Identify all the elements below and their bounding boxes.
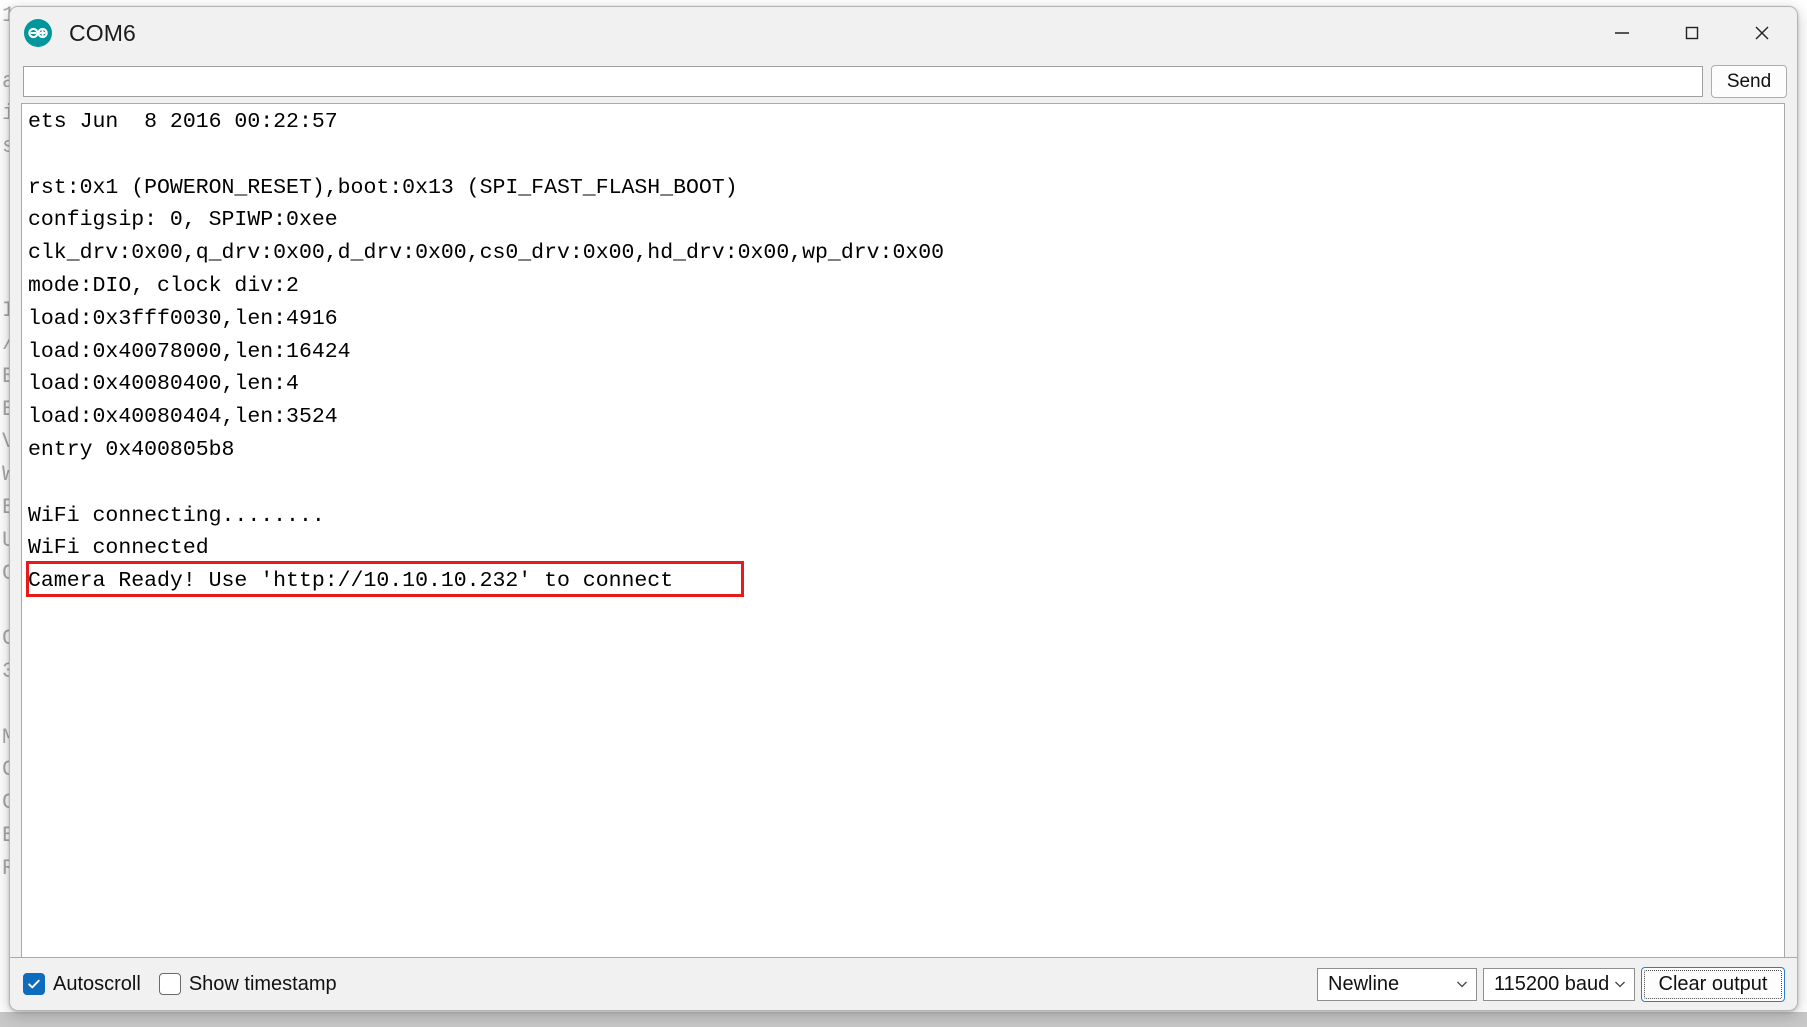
command-input[interactable] [23, 65, 1703, 97]
console-line: rst:0x1 (POWERON_RESET),boot:0x13 (SPI_F… [28, 175, 738, 200]
chevron-down-icon [1612, 976, 1628, 992]
titlebar: COM6 [10, 7, 1797, 59]
console-line: load:0x40080404,len:3524 [28, 405, 338, 430]
line-ending-dropdown[interactable]: Newline [1317, 967, 1477, 1001]
close-button[interactable] [1727, 7, 1797, 59]
chevron-down-icon [1454, 976, 1470, 992]
autoscroll-checkbox[interactable]: Autoscroll [23, 973, 141, 996]
console-line: load:0x3fff0030,len:4916 [28, 306, 338, 331]
console-line: load:0x40078000,len:16424 [28, 339, 351, 364]
console-output-panel[interactable]: ets Jun 8 2016 00:22:57 rst:0x1 (POWERON… [21, 103, 1785, 957]
console-line: entry 0x400805b8 [28, 437, 235, 462]
maximize-button[interactable] [1657, 7, 1727, 59]
statusbar: Autoscroll Show timestamp Newline 115200… [10, 957, 1797, 1010]
send-row: Send [10, 59, 1797, 103]
console-line: ets Jun 8 2016 00:22:57 [28, 110, 338, 134]
minimize-button[interactable] [1587, 7, 1657, 59]
minimize-icon [1615, 32, 1629, 34]
highlight-box [26, 561, 744, 598]
close-icon [1755, 26, 1769, 40]
baud-rate-value: 115200 baud [1494, 972, 1608, 995]
backdrop-bottom-bar [0, 1012, 1807, 1027]
clear-output-button[interactable]: Clear output [1641, 966, 1785, 1002]
autoscroll-checkbox-box [23, 973, 45, 995]
show-timestamp-checkbox[interactable]: Show timestamp [158, 972, 337, 996]
console-output-text: ets Jun 8 2016 00:22:57 rst:0x1 (POWERON… [26, 106, 1784, 598]
statusbar-right-controls: Newline 115200 baud Clear output [1317, 966, 1785, 1002]
baud-rate-dropdown[interactable]: 115200 baud [1483, 967, 1635, 1001]
window-title: COM6 [69, 19, 136, 46]
window-controls [1587, 7, 1797, 59]
console-line: clk_drv:0x00,q_drv:0x00,d_drv:0x00,cs0_d… [28, 241, 945, 266]
console-line-highlighted: Camera Ready! Use 'http://10.10.10.232' … [26, 561, 1784, 598]
show-timestamp-label: Show timestamp [188, 972, 337, 995]
console-line: load:0x40080400,len:4 [28, 372, 299, 397]
console-line: WiFi connecting........ [28, 503, 325, 528]
serial-monitor-window: COM6 Send ets Jun 8 2016 00:22:57 rst:0x… [9, 6, 1798, 1011]
maximize-icon [1685, 26, 1699, 40]
show-timestamp-checkbox-box [158, 973, 181, 995]
console-line: mode:DIO, clock div:2 [28, 273, 299, 298]
send-button[interactable]: Send [1711, 64, 1787, 98]
line-ending-value: Newline [1328, 972, 1400, 995]
console-line: configsip: 0, SPIWP:0xee [28, 208, 338, 233]
checkmark-icon [28, 979, 40, 989]
arduino-infinity-icon [24, 19, 52, 47]
autoscroll-label: Autoscroll [53, 972, 141, 995]
console-line: WiFi connected [28, 536, 209, 561]
